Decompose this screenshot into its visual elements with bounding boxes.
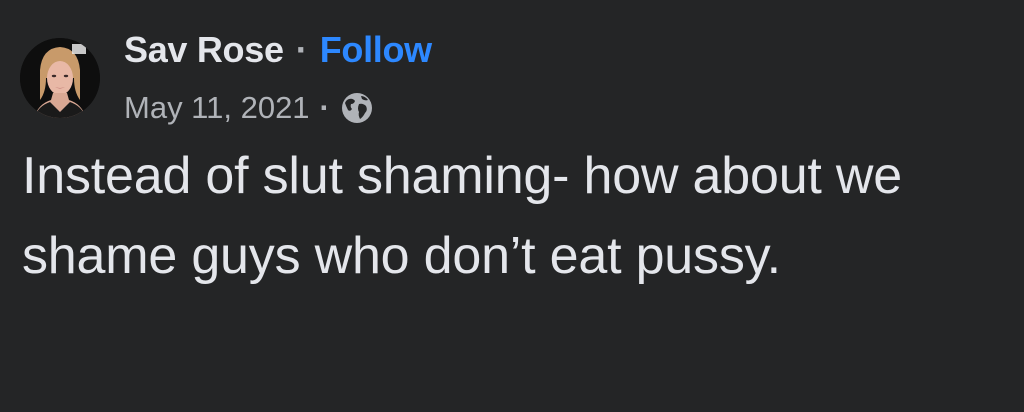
separator-dot: · (319, 90, 330, 125)
globe-icon[interactable] (340, 91, 374, 125)
avatar[interactable] (20, 38, 100, 118)
follow-button[interactable]: Follow (320, 27, 432, 73)
post-meta: May 11, 2021 · (124, 86, 374, 130)
post-date[interactable]: May 11, 2021 (124, 90, 310, 126)
separator-dot: · (295, 29, 308, 70)
post-card: Sav Rose · Follow May 11, 2021 · Instead… (0, 0, 1024, 412)
avatar-image (20, 38, 100, 118)
author-name[interactable]: Sav Rose (124, 27, 284, 73)
author-line: Sav Rose · Follow (124, 27, 432, 73)
post-text: Instead of slut shaming- how about we sh… (22, 147, 903, 285)
